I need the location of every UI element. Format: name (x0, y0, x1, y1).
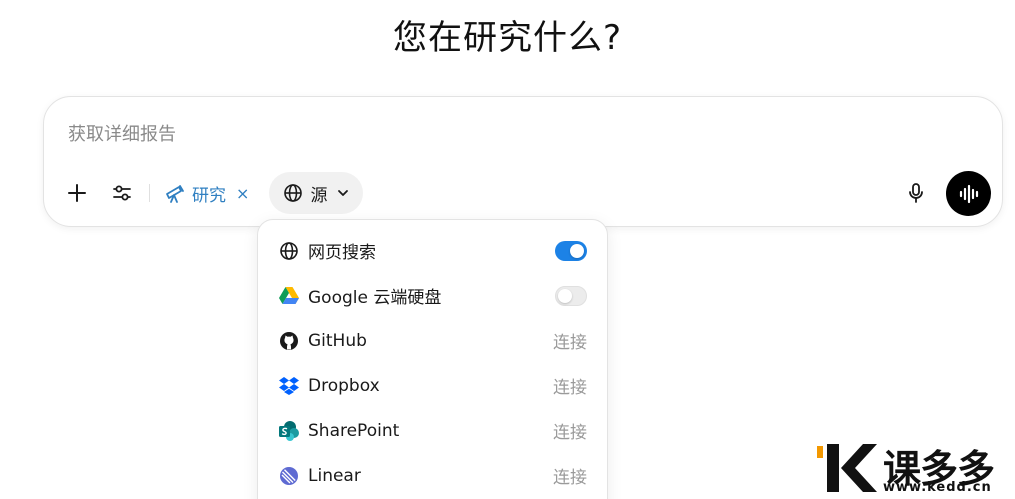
source-item-dropbox[interactable]: Dropbox 连接 (258, 363, 607, 408)
source-dropdown-button[interactable]: 源 (269, 172, 363, 214)
google-drive-icon (278, 285, 300, 307)
add-button[interactable] (59, 175, 95, 211)
source-item-linear[interactable]: Linear 连接 (258, 453, 607, 498)
google-drive-toggle[interactable] (555, 285, 587, 306)
github-connect-button[interactable]: 连接 (553, 328, 587, 353)
watermark: 课多多 www.kedd.cn (815, 438, 1015, 499)
voice-mode-button[interactable] (946, 171, 991, 216)
linear-connect-button[interactable]: 连接 (553, 463, 587, 488)
globe-icon (283, 184, 302, 202)
source-name: Google 云端硬盘 (308, 288, 442, 308)
source-name: GitHub (308, 330, 367, 351)
dropbox-connect-button[interactable]: 连接 (553, 373, 587, 398)
research-chip[interactable]: 研究 × (164, 175, 249, 211)
source-name: 网页搜索 (308, 243, 376, 263)
page-title: 您在研究什么? (392, 18, 623, 58)
dropbox-icon (278, 375, 300, 397)
source-item-web-search[interactable]: 网页搜索 (258, 228, 607, 273)
source-item-sharepoint[interactable]: SharePoint 连接 (258, 408, 607, 453)
source-name: Dropbox (308, 375, 380, 396)
sliders-icon (113, 185, 131, 201)
linear-icon (278, 465, 300, 487)
waveform-icon (959, 184, 978, 203)
source-item-github[interactable]: GitHub 连接 (258, 318, 607, 363)
sharepoint-icon (278, 420, 300, 442)
toolbar-divider (149, 184, 150, 202)
sources-menu: 网页搜索 Google 云端硬盘 GitHub 连接 Dropbox 连接 Sh… (257, 219, 608, 499)
telescope-icon (166, 185, 184, 203)
globe-icon (278, 240, 300, 262)
research-label: 研究 (192, 185, 226, 206)
source-name: SharePoint (308, 420, 400, 441)
microphone-button[interactable] (898, 175, 934, 211)
source-item-google-drive[interactable]: Google 云端硬盘 (258, 273, 607, 318)
chevron-down-icon (337, 190, 348, 196)
research-close-button[interactable]: × (236, 184, 249, 203)
microphone-icon (909, 183, 923, 203)
sharepoint-connect-button[interactable]: 连接 (553, 418, 587, 443)
web-search-toggle[interactable] (555, 240, 587, 261)
composer-box: 研究 × 源 (43, 96, 1003, 227)
watermark-url: www.kedd.cn (883, 480, 992, 495)
prompt-input[interactable] (68, 119, 868, 149)
source-label: 源 (310, 185, 328, 206)
plus-icon (68, 184, 86, 202)
kedd-logo-icon (817, 444, 877, 492)
source-name: Linear (308, 465, 361, 486)
settings-button[interactable] (104, 175, 140, 211)
github-icon (278, 330, 300, 352)
